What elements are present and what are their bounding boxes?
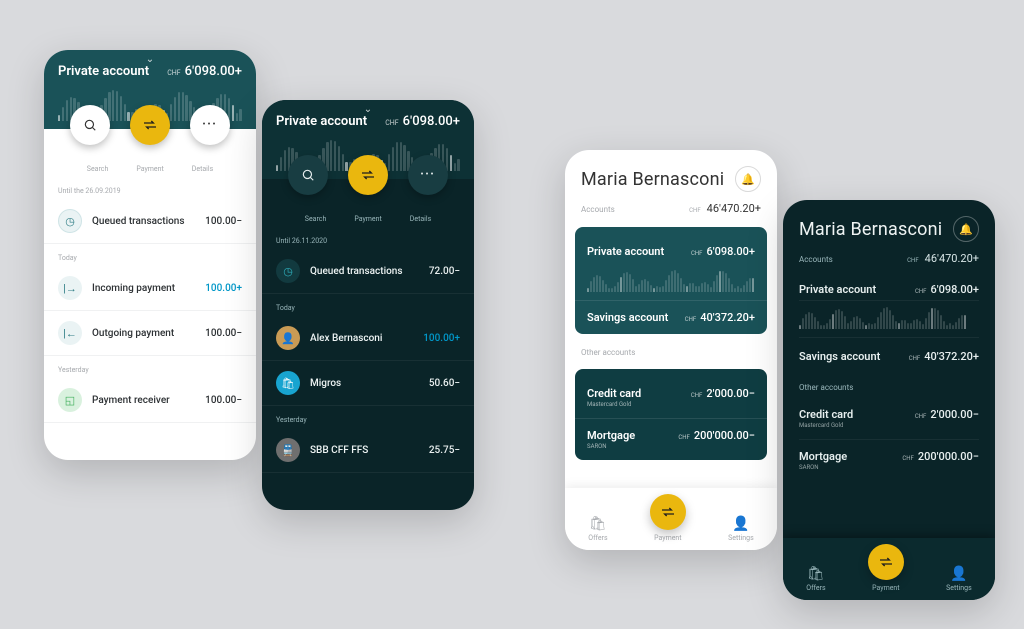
transaction-row[interactable]: 🚆 SBB CFF FFS 25.75− (262, 428, 474, 473)
accounts-total: 46'470.20+ (925, 252, 979, 265)
payment-label: Payment (354, 215, 381, 223)
transaction-row[interactable]: 🛍 Migros 50.60− (262, 361, 474, 406)
section-label: Until 26.11.2020 (262, 227, 474, 249)
section-label: Today (44, 244, 256, 266)
section-label: Until the 26.09.2019 (44, 177, 256, 199)
other-accounts-label: Other accounts (581, 348, 635, 357)
search-button[interactable] (70, 105, 110, 145)
transactions-panel: Until 26.11.2020 ◷ Queued transactions 7… (262, 227, 474, 479)
search-button[interactable] (288, 155, 328, 195)
bottom-tabbar: 🛍Offers Payment 👤Settings (783, 538, 995, 600)
main-accounts-card[interactable]: Private account CHF 6'098.00+ Savings ac… (575, 227, 767, 334)
transaction-row[interactable]: ◷ Queued transactions 100.00− (44, 199, 256, 244)
chevron-down-icon[interactable]: ⌄ (364, 104, 372, 115)
clock-icon: ◷ (58, 209, 82, 233)
spark-bars (799, 305, 979, 329)
section-label: Yesterday (262, 406, 474, 428)
transaction-row[interactable]: ◷ Queued transactions 72.00− (262, 249, 474, 294)
account-row[interactable]: Savings account CHF 40'372.20+ (799, 337, 979, 375)
transaction-row[interactable]: |→ Incoming payment 100.00+ (44, 266, 256, 311)
payment-icon (650, 494, 686, 530)
currency-label: CHF (689, 207, 701, 214)
phone-account-light: ⌄ Private account CHF 6'098.00+ ••• Sear… (44, 50, 256, 460)
accounts-total: 46'470.20+ (707, 202, 761, 215)
payment-label: Payment (136, 165, 163, 173)
other-accounts-label-row: Other accounts (783, 375, 995, 398)
phone-account-dark: ⌄ Private account CHF 6'098.00+ ••• Sear… (262, 100, 474, 510)
spark-bars (587, 268, 755, 292)
notifications-button[interactable]: 🔔 (953, 216, 979, 242)
details-label: Details (410, 215, 431, 223)
account-row[interactable]: Private account CHF 6'098.00+ (799, 271, 979, 301)
outgoing-icon: |← (58, 321, 82, 345)
details-button[interactable]: ••• (190, 105, 230, 145)
account-row[interactable]: Credit cardMastercard Gold CHF 2'000.00− (587, 381, 755, 414)
section-label: Today (262, 294, 474, 316)
account-balance: 6'098.00+ (185, 64, 242, 79)
account-row[interactable]: MortgageSARON CHF 200'000.00− (799, 440, 979, 481)
incoming-icon: |→ (58, 276, 82, 300)
accounts-summary-row: Accounts CHF 46'470.20+ (565, 202, 777, 221)
transaction-row[interactable]: ◱ Payment receiver 100.00− (44, 378, 256, 423)
user-name: Maria Bernasconi (799, 219, 942, 240)
tab-offers[interactable]: 🛍Offers (588, 516, 607, 542)
account-title: Private account (58, 64, 149, 79)
notifications-button[interactable]: 🔔 (735, 166, 761, 192)
user-name: Maria Bernasconi (581, 169, 724, 190)
action-strip: ••• Search Payment Details (44, 129, 256, 177)
accounts-summary-row: Accounts CHF 46'470.20+ (783, 252, 995, 271)
accounts-label: Accounts (799, 255, 833, 264)
tab-offers[interactable]: 🛍Offers (806, 566, 825, 592)
clock-icon: ◷ (276, 259, 300, 283)
transaction-row[interactable]: |← Outgoing payment 100.00− (44, 311, 256, 356)
other-accounts-label: Other accounts (799, 383, 853, 392)
tab-settings[interactable]: 👤Settings (946, 566, 972, 592)
search-label: Search (87, 165, 109, 173)
account-balance: 6'098.00+ (403, 114, 460, 129)
currency-label: CHF (385, 119, 398, 127)
shopping-icon: 🛍 (807, 566, 825, 582)
action-strip: ••• Search Payment Details (262, 179, 474, 227)
receiver-icon: ◱ (58, 388, 82, 412)
account-row[interactable]: Savings account CHF 40'372.20+ (587, 305, 755, 330)
other-accounts-label-row: Other accounts (565, 340, 777, 363)
phone-overview-light: Maria Bernasconi 🔔 Accounts CHF 46'470.2… (565, 150, 777, 550)
account-row[interactable]: Private account CHF 6'098.00+ (587, 239, 755, 264)
tab-settings[interactable]: 👤Settings (728, 516, 754, 542)
payment-icon (868, 544, 904, 580)
section-label: Yesterday (44, 356, 256, 378)
phone-overview-dark: Maria Bernasconi 🔔 Accounts CHF 46'470.2… (783, 200, 995, 600)
overview-header: Maria Bernasconi 🔔 (565, 150, 777, 202)
user-icon: 👤 (732, 516, 749, 532)
other-accounts-list: Credit cardMastercard Gold CHF 2'000.00−… (783, 398, 995, 481)
details-button[interactable]: ••• (408, 155, 448, 195)
avatar-icon: 👤 (276, 326, 300, 350)
shopping-icon: 🛍 (589, 516, 607, 532)
main-accounts-list: Private account CHF 6'098.00+ Savings ac… (783, 271, 995, 375)
shopping-bag-icon: 🛍 (276, 371, 300, 395)
bottom-tabbar: 🛍Offers Payment 👤Settings (565, 488, 777, 550)
transaction-row[interactable]: 👤 Alex Bernasconi 100.00+ (262, 316, 474, 361)
account-row[interactable]: MortgageSARON CHF 200'000.00− (587, 423, 755, 456)
account-row[interactable]: Credit cardMastercard Gold CHF 2'000.00− (799, 398, 979, 440)
payment-button[interactable] (130, 105, 170, 145)
search-label: Search (305, 215, 327, 223)
train-icon: 🚆 (276, 438, 300, 462)
currency-label: CHF (167, 69, 180, 77)
currency-label: CHF (907, 257, 919, 264)
chevron-down-icon[interactable]: ⌄ (146, 54, 154, 65)
user-icon: 👤 (950, 566, 967, 582)
payment-button[interactable] (348, 155, 388, 195)
account-title: Private account (276, 114, 367, 129)
transactions-panel: Until the 26.09.2019 ◷ Queued transactio… (44, 177, 256, 429)
accounts-label: Accounts (581, 205, 615, 214)
other-accounts-card[interactable]: Credit cardMastercard Gold CHF 2'000.00−… (575, 369, 767, 460)
details-label: Details (192, 165, 213, 173)
overview-header: Maria Bernasconi 🔔 (783, 200, 995, 252)
tab-payment[interactable]: Payment (872, 574, 899, 592)
tab-payment[interactable]: Payment (654, 524, 681, 542)
